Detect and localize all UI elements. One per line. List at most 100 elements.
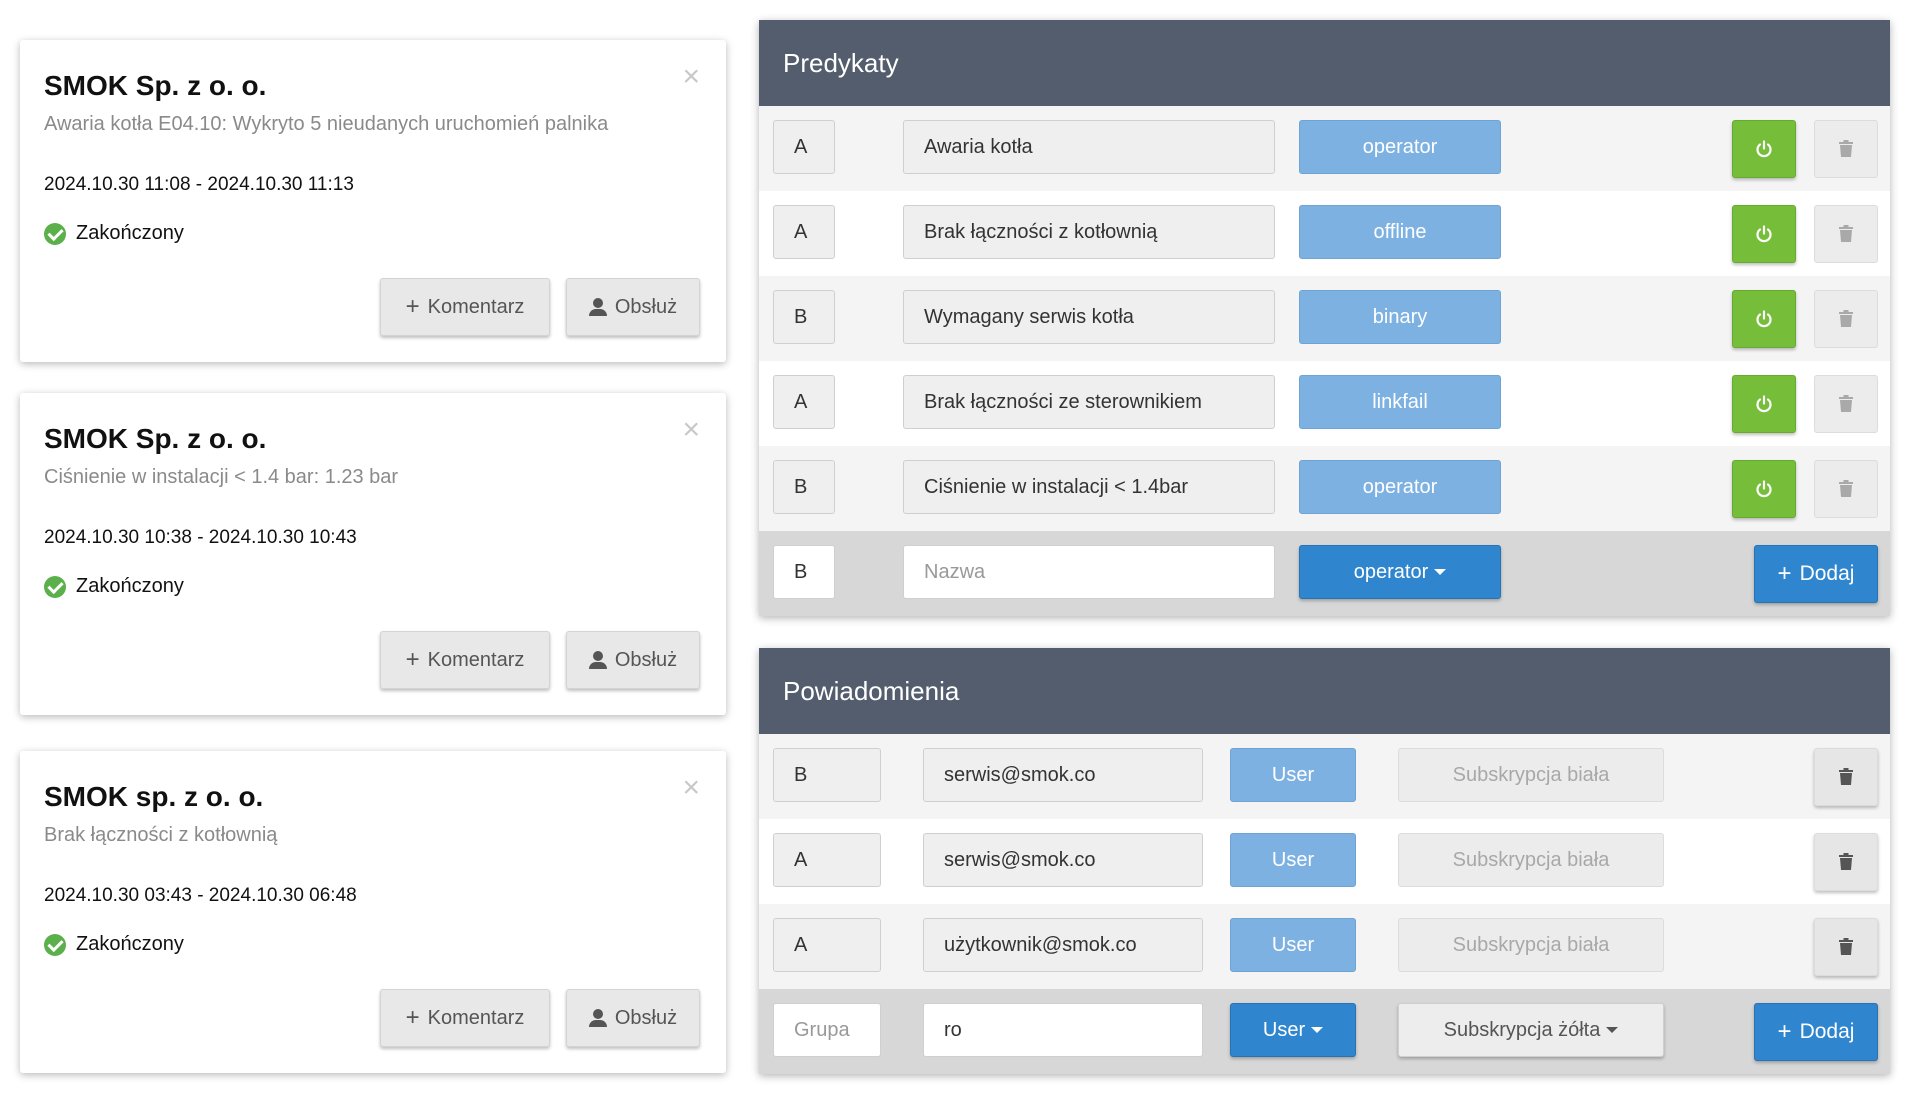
card-status: Zakończony — [44, 575, 184, 598]
card-subtitle: Awaria kotła E04.10: Wykryto 5 nieudanyc… — [44, 113, 609, 135]
delete-button[interactable] — [1814, 120, 1878, 178]
plus-icon: + — [1777, 1018, 1792, 1045]
predicate-name-field[interactable]: Brak łączności z kotłownią — [903, 205, 1275, 259]
plus-icon: + — [405, 646, 420, 673]
power-icon — [1756, 480, 1772, 498]
user-icon — [588, 651, 607, 669]
delete-button[interactable] — [1814, 375, 1878, 433]
email-field[interactable]: serwis@smok.co — [923, 833, 1203, 887]
plus-icon: + — [1777, 560, 1792, 587]
trash-icon — [1839, 853, 1853, 870]
predicate-type-dropdown[interactable]: operator — [1299, 545, 1501, 599]
group-field[interactable]: A — [773, 205, 835, 259]
group-field[interactable]: B — [773, 748, 881, 802]
alert-card: SMOK Sp. z o. o. Awaria kotła E04.10: Wy… — [20, 40, 726, 362]
close-icon[interactable]: × — [682, 415, 700, 445]
card-status: Zakończony — [44, 222, 184, 245]
trash-icon — [1839, 140, 1853, 157]
predicate-type-tag[interactable]: linkfail — [1299, 375, 1501, 429]
trash-icon — [1839, 310, 1853, 327]
card-time-range: 2024.10.30 03:43 - 2024.10.30 06:48 — [44, 885, 357, 906]
delete-button[interactable] — [1814, 205, 1878, 263]
group-field[interactable]: A — [773, 375, 835, 429]
close-icon[interactable]: × — [682, 773, 700, 803]
comment-button[interactable]: + Komentarz — [380, 278, 550, 336]
group-field[interactable]: B — [773, 290, 835, 344]
predicate-name-field[interactable]: Wymagany serwis kotła — [903, 290, 1275, 344]
subscription-button[interactable]: Subskrypcja biała — [1398, 748, 1664, 802]
group-field[interactable]: A — [773, 120, 835, 174]
subscription-button[interactable]: Subskrypcja biała — [1398, 918, 1664, 972]
email-field[interactable]: użytkownik@smok.co — [923, 918, 1203, 972]
role-dropdown[interactable]: User — [1230, 1003, 1356, 1057]
card-time-range: 2024.10.30 11:08 - 2024.10.30 11:13 — [44, 174, 354, 195]
close-icon[interactable]: × — [682, 62, 700, 92]
panel-title: Powiadomienia — [759, 648, 1890, 734]
delete-button[interactable] — [1814, 748, 1878, 806]
predicate-row: B Wymagany serwis kotła binary — [759, 276, 1890, 361]
handle-button[interactable]: Obsłuż — [566, 989, 700, 1047]
alert-card: SMOK Sp. z o. o. Ciśnienie w instalacji … — [20, 393, 726, 715]
predicate-type-tag[interactable]: offline — [1299, 205, 1501, 259]
delete-button[interactable] — [1814, 290, 1878, 348]
card-title: SMOK Sp. z o. o. — [44, 423, 267, 454]
new-email-input[interactable]: ro — [923, 1003, 1203, 1057]
predicate-type-tag[interactable]: binary — [1299, 290, 1501, 344]
predicate-name-field[interactable]: Awaria kotła — [903, 120, 1275, 174]
trash-icon — [1839, 938, 1853, 955]
power-button[interactable] — [1732, 375, 1796, 433]
subscription-dropdown[interactable]: Subskrypcja żółta — [1398, 1003, 1664, 1057]
subscription-button[interactable]: Subskrypcja biała — [1398, 833, 1664, 887]
new-predicate-name-input[interactable]: Nazwa — [903, 545, 1275, 599]
power-button[interactable] — [1732, 460, 1796, 518]
user-icon — [588, 1009, 607, 1027]
card-status: Zakończony — [44, 933, 184, 956]
delete-button[interactable] — [1814, 918, 1878, 976]
predicate-name-field[interactable]: Brak łączności ze sterownikiem — [903, 375, 1275, 429]
handle-button[interactable]: Obsłuż — [566, 278, 700, 336]
group-field[interactable]: A — [773, 833, 881, 887]
comment-button[interactable]: + Komentarz — [380, 989, 550, 1047]
delete-button[interactable] — [1814, 833, 1878, 891]
email-field[interactable]: serwis@smok.co — [923, 748, 1203, 802]
add-notification-button[interactable]: + Dodaj — [1754, 1003, 1878, 1061]
predicate-row: A Brak łączności z kotłownią offline — [759, 191, 1890, 276]
card-subtitle: Ciśnienie w instalacji < 1.4 bar: 1.23 b… — [44, 466, 399, 488]
status-label: Zakończony — [76, 222, 184, 244]
dropdown-label: Subskrypcja żółta — [1443, 1018, 1601, 1041]
handle-button-label: Obsłuż — [614, 648, 678, 671]
trash-icon — [1839, 225, 1853, 242]
status-label: Zakończony — [76, 933, 184, 955]
handle-button[interactable]: Obsłuż — [566, 631, 700, 689]
new-group-input[interactable]: Grupa — [773, 1003, 881, 1057]
delete-button[interactable] — [1814, 460, 1878, 518]
card-title: SMOK Sp. z o. o. — [44, 70, 267, 101]
notification-row: A użytkownik@smok.co User Subskrypcja bi… — [759, 904, 1890, 989]
predicate-type-tag[interactable]: operator — [1299, 460, 1501, 514]
power-button[interactable] — [1732, 205, 1796, 263]
comment-button[interactable]: + Komentarz — [380, 631, 550, 689]
role-tag[interactable]: User — [1230, 833, 1356, 887]
role-tag[interactable]: User — [1230, 748, 1356, 802]
predicate-name-field[interactable]: Ciśnienie w instalacji < 1.4bar — [903, 460, 1275, 514]
power-button[interactable] — [1732, 120, 1796, 178]
group-field[interactable]: B — [773, 460, 835, 514]
predicate-row: B Ciśnienie w instalacji < 1.4bar operat… — [759, 446, 1890, 531]
power-icon — [1756, 395, 1772, 413]
notification-row: B serwis@smok.co User Subskrypcja biała — [759, 734, 1890, 819]
notifications-panel: Powiadomienia B serwis@smok.co User Subs… — [759, 648, 1890, 1074]
predicate-type-tag[interactable]: operator — [1299, 120, 1501, 174]
check-circle-icon — [44, 575, 66, 598]
power-button[interactable] — [1732, 290, 1796, 348]
card-time-range: 2024.10.30 10:38 - 2024.10.30 10:43 — [44, 527, 357, 548]
handle-button-label: Obsłuż — [614, 295, 678, 318]
role-tag[interactable]: User — [1230, 918, 1356, 972]
predicate-row: A Awaria kotła operator — [759, 106, 1890, 191]
predicates-panel: Predykaty A Awaria kotła operator A Brak… — [759, 20, 1890, 616]
status-label: Zakończony — [76, 575, 184, 597]
add-predicate-button[interactable]: + Dodaj — [1754, 545, 1878, 603]
group-field[interactable]: A — [773, 918, 881, 972]
predicate-row: A Brak łączności ze sterownikiem linkfai… — [759, 361, 1890, 446]
comment-button-label: Komentarz — [427, 295, 525, 318]
new-group-field[interactable]: B — [773, 545, 835, 599]
